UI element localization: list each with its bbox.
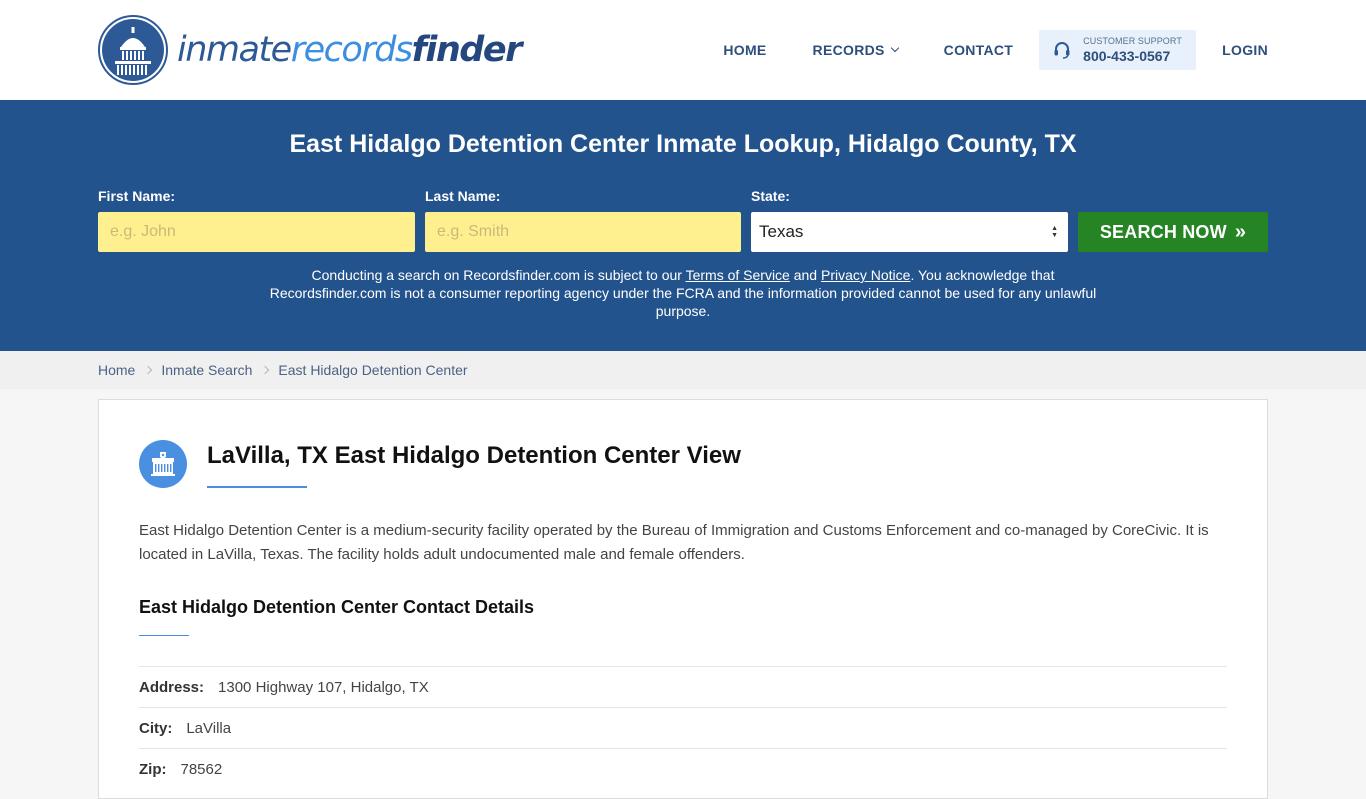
nav-home-label: HOME: [723, 42, 767, 58]
facility-description: East Hidalgo Detention Center is a mediu…: [139, 522, 1209, 563]
logo-text-records: records: [290, 29, 413, 70]
breadcrumb: Home Inmate Search East Hidalgo Detentio…: [0, 351, 1366, 389]
facility-card: LaVilla, TX East Hidalgo Detention Cente…: [98, 399, 1268, 799]
nav-contact-label: CONTACT: [943, 42, 1014, 58]
last-name-group: Last Name:: [425, 188, 741, 252]
chevron-down-icon: [890, 43, 899, 53]
nav-records[interactable]: RECORDS: [812, 42, 899, 58]
detail-value: LaVilla: [186, 719, 232, 737]
select-arrows-icon: ▲ ▼: [1051, 225, 1058, 239]
search-band: East Hidalgo Detention Center Inmate Loo…: [0, 100, 1366, 351]
nav-contact[interactable]: CONTACT: [944, 42, 1014, 58]
contact-details-list: Address: 1300 Highway 107, Hidalgo, TX C…: [139, 666, 1227, 789]
disclaimer-text: Conducting a search on Recordsfinder.com…: [311, 267, 686, 283]
jail-building-icon: [139, 440, 187, 488]
customer-support[interactable]: CUSTOMER SUPPORT 800-433-0567: [1039, 30, 1197, 70]
facility-header: LaVilla, TX East Hidalgo Detention Cente…: [139, 440, 741, 488]
detail-value: 78562: [180, 760, 223, 778]
search-now-button[interactable]: SEARCH NOW »: [1078, 212, 1268, 252]
search-button-label: SEARCH NOW: [1099, 221, 1227, 242]
disclaimer-text: and: [789, 267, 821, 283]
support-phone[interactable]: 800-433-0567: [1083, 49, 1182, 63]
nav-home[interactable]: HOME: [723, 42, 766, 58]
title-underline: [207, 486, 307, 488]
last-name-input[interactable]: [425, 212, 741, 252]
detail-row-city: City: LaVilla: [139, 707, 1227, 748]
detail-key: Zip:: [139, 760, 167, 778]
state-select[interactable]: Texas ▲ ▼: [751, 212, 1068, 252]
detail-value: 1300 Highway 107, Hidalgo, TX: [218, 678, 429, 696]
state-group: State: Texas ▲ ▼: [751, 188, 1068, 252]
support-label: CUSTOMER SUPPORT: [1083, 36, 1182, 46]
headset-icon: [1054, 42, 1070, 59]
logo-text-finder: finder: [411, 29, 523, 70]
nav-login[interactable]: LOGIN: [1222, 42, 1268, 58]
site-header: inmaterecordsfinder HOME RECORDS CONTACT…: [0, 0, 1366, 100]
site-logo[interactable]: inmaterecordsfinder: [98, 15, 523, 85]
breadcrumb-current: East Hidalgo Detention Center: [278, 362, 468, 378]
first-name-input[interactable]: [98, 212, 415, 252]
contact-details-title: East Hidalgo Detention Center Contact De…: [139, 597, 535, 617]
detail-key: Address:: [139, 678, 205, 696]
privacy-notice-link[interactable]: Privacy Notice: [821, 267, 910, 283]
logo-text-inmate: inmate: [177, 29, 292, 70]
search-disclaimer: Conducting a search on Recordsfinder.com…: [255, 266, 1111, 320]
first-name-group: First Name:: [98, 188, 415, 252]
subtitle-underline: [139, 635, 189, 636]
state-label: State:: [751, 188, 790, 204]
first-name-label: First Name:: [98, 188, 176, 204]
chevron-right-icon: [144, 365, 153, 375]
nav-records-label: RECORDS: [812, 42, 885, 58]
detail-key: City:: [139, 719, 173, 737]
logo-wordmark: inmaterecordsfinder: [177, 29, 523, 70]
detail-row-address: Address: 1300 Highway 107, Hidalgo, TX: [139, 666, 1227, 707]
detail-row-zip: Zip: 78562: [139, 748, 1227, 789]
last-name-label: Last Name:: [425, 188, 501, 204]
chevron-right-icon: [261, 365, 270, 375]
double-chevron-right-icon: »: [1234, 220, 1247, 243]
nav-login-label: LOGIN: [1222, 42, 1268, 58]
main-nav: HOME RECORDS CONTACT CUSTOMER SUPPORT 80…: [723, 30, 1268, 70]
breadcrumb-inmate-search[interactable]: Inmate Search: [161, 362, 252, 378]
facility-title: LaVilla, TX East Hidalgo Detention Cente…: [207, 442, 741, 469]
capitol-dome-icon: [98, 15, 168, 85]
breadcrumb-home[interactable]: Home: [98, 362, 135, 378]
terms-of-service-link[interactable]: Terms of Service: [686, 267, 790, 283]
page-title: East Hidalgo Detention Center Inmate Loo…: [289, 130, 1077, 158]
state-selected-value: Texas: [759, 222, 804, 241]
